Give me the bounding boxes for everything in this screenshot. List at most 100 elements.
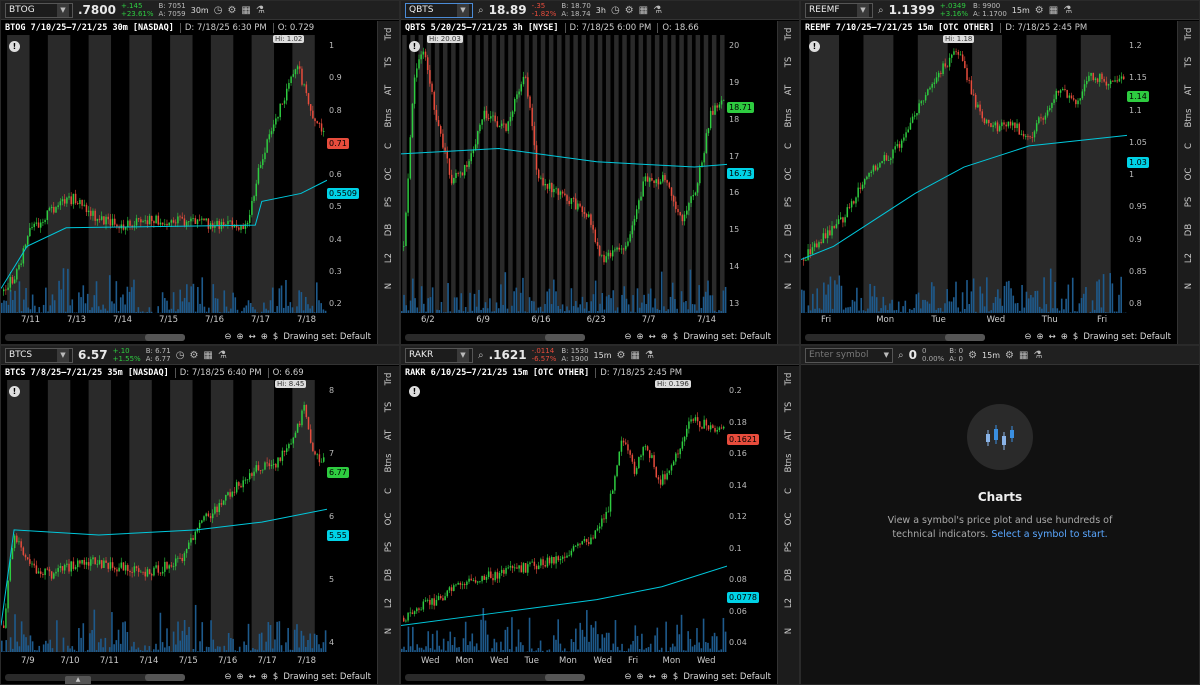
info-icon[interactable]: ! — [809, 41, 820, 52]
clock-icon[interactable]: ◷ — [611, 5, 620, 16]
side-tab-ps[interactable]: PS — [384, 536, 394, 558]
scroll-thumb[interactable] — [945, 334, 985, 341]
side-tab-ps[interactable]: PS — [784, 536, 794, 558]
side-tab-trd[interactable]: Trd — [784, 368, 794, 390]
side-tab-at[interactable]: AT — [384, 79, 394, 101]
price-axis[interactable]: 10.90.80.70.60.50.40.30.20.710.5509 — [327, 35, 363, 313]
grid-icon[interactable]: ▦ — [1049, 5, 1058, 16]
price-plot[interactable] — [401, 380, 727, 652]
price-axis[interactable]: 0.2 0.18 0.16 0.14 0.12 0.1 0.08 0.06 0.04 0.1621… — [727, 380, 763, 652]
search-icon[interactable]: ⌕ — [898, 350, 904, 361]
symbol-input[interactable]: Enter symbol ▼ — [805, 347, 893, 363]
side-tab-trd[interactable]: Trd — [1184, 23, 1194, 45]
scroll-thumb[interactable] — [545, 674, 585, 681]
info-icon[interactable]: ! — [409, 41, 420, 52]
side-tab-db[interactable]: DB — [384, 564, 394, 586]
price-plot[interactable] — [1, 380, 327, 652]
info-icon[interactable]: ! — [9, 386, 20, 397]
side-tab-l2[interactable]: L2 — [384, 592, 394, 614]
search-icon[interactable]: ⌕ — [478, 350, 484, 361]
side-tab-c[interactable]: C — [1184, 135, 1194, 157]
zoom-in-icon[interactable]: ⊕ — [637, 332, 644, 342]
price-chart-svg[interactable] — [1, 380, 327, 652]
drawing-set[interactable]: Drawing set: Default — [283, 332, 371, 342]
aggregation-button[interactable]: 30m — [191, 6, 209, 15]
price-chart-svg[interactable] — [801, 35, 1127, 313]
crosshair-icon[interactable]: ⊕ — [661, 332, 668, 342]
dollar-icon[interactable]: $ — [1073, 332, 1078, 342]
zoom-out-icon[interactable]: ⊖ — [624, 332, 631, 342]
grid-icon[interactable]: ▦ — [631, 350, 640, 361]
time-scrollbar[interactable] — [5, 674, 185, 681]
studies-flask-icon[interactable]: ⚗ — [1063, 5, 1072, 16]
side-tab-l2[interactable]: L2 — [384, 247, 394, 269]
side-tab-at[interactable]: AT — [384, 424, 394, 446]
side-tab-at[interactable]: AT — [784, 79, 794, 101]
settings-icon[interactable]: ⚙ — [1035, 5, 1044, 16]
price-axis[interactable]: 8 7 6 5 4 6.77 5.55 — [327, 380, 363, 652]
side-tab-n[interactable]: N — [784, 620, 794, 642]
time-scrollbar[interactable] — [405, 334, 585, 341]
studies-flask-icon[interactable]: ⚗ — [1033, 350, 1042, 361]
settings-icon[interactable]: ⚙ — [968, 350, 977, 361]
info-icon[interactable]: ! — [409, 386, 420, 397]
studies-flask-icon[interactable]: ⚗ — [653, 5, 662, 16]
side-tab-oc[interactable]: OC — [384, 163, 394, 185]
price-chart-svg[interactable] — [1, 35, 327, 313]
side-tab-btns[interactable]: Btns — [384, 452, 394, 474]
side-tab-oc[interactable]: OC — [384, 508, 394, 530]
search-icon[interactable]: ⌕ — [478, 5, 484, 16]
side-tab-btns[interactable]: Btns — [784, 107, 794, 129]
side-tab-l2[interactable]: L2 — [784, 247, 794, 269]
pan-icon[interactable]: ↔ — [649, 332, 656, 342]
side-tab-at[interactable]: AT — [784, 424, 794, 446]
crosshair-icon[interactable]: ⊕ — [661, 672, 668, 682]
select-symbol-link[interactable]: Select a symbol to start. — [991, 529, 1107, 540]
settings-icon[interactable]: ⚙ — [189, 350, 198, 361]
settings-icon[interactable]: ⚙ — [625, 5, 634, 16]
symbol-selector[interactable]: QBTS ▼ — [405, 2, 473, 18]
side-tab-n[interactable]: N — [384, 620, 394, 642]
aggregation-button[interactable]: 3h — [596, 6, 606, 15]
side-tab-db[interactable]: DB — [784, 219, 794, 241]
clock-icon[interactable]: ◷ — [214, 5, 223, 16]
side-tab-ts[interactable]: TS — [384, 51, 394, 73]
side-tab-ps[interactable]: PS — [784, 191, 794, 213]
studies-flask-icon[interactable]: ⚗ — [218, 350, 227, 361]
symbol-selector[interactable]: BTCS ▼ — [5, 347, 73, 363]
studies-flask-icon[interactable]: ⚗ — [256, 5, 265, 16]
aggregation-button[interactable]: 15m — [594, 351, 612, 360]
search-icon[interactable]: ⌕ — [878, 5, 884, 16]
side-tab-btns[interactable]: Btns — [384, 107, 394, 129]
side-tab-c[interactable]: C — [384, 135, 394, 157]
price-plot[interactable] — [1, 35, 327, 313]
pan-icon[interactable]: ↔ — [249, 672, 256, 682]
side-tab-db[interactable]: DB — [384, 219, 394, 241]
dollar-icon[interactable]: $ — [273, 332, 278, 342]
time-scrollbar[interactable] — [5, 334, 185, 341]
price-plot[interactable] — [401, 35, 727, 313]
side-tab-oc[interactable]: OC — [784, 163, 794, 185]
side-tab-ps[interactable]: PS — [384, 191, 394, 213]
settings-icon[interactable]: ⚙ — [617, 350, 626, 361]
side-tab-l2[interactable]: L2 — [784, 592, 794, 614]
side-tab-ts[interactable]: TS — [384, 396, 394, 418]
side-tab-oc[interactable]: OC — [1184, 163, 1194, 185]
price-axis[interactable]: 1.2 1.15 1.1 1.05 1 0.95 0.9 0.85 0.8 1.14 1.03 — [1127, 35, 1163, 313]
grid-icon[interactable]: ▦ — [639, 5, 648, 16]
clock-icon[interactable]: ◷ — [176, 350, 185, 361]
time-scrollbar[interactable] — [405, 674, 585, 681]
aggregation-button[interactable]: 15m — [982, 351, 1000, 360]
pan-icon[interactable]: ↔ — [1049, 332, 1056, 342]
price-plot[interactable] — [801, 35, 1127, 313]
symbol-selector[interactable]: BTOG ▼ — [5, 2, 73, 18]
dollar-icon[interactable]: $ — [673, 332, 678, 342]
settings-icon[interactable]: ⚙ — [227, 5, 236, 16]
drawing-set[interactable]: Drawing set: Default — [1083, 332, 1171, 342]
drawing-set[interactable]: Drawing set: Default — [683, 332, 771, 342]
side-tab-ts[interactable]: TS — [784, 396, 794, 418]
grid-icon[interactable]: ▦ — [1019, 350, 1028, 361]
crosshair-icon[interactable]: ⊕ — [1061, 332, 1068, 342]
side-tab-trd[interactable]: Trd — [384, 368, 394, 390]
side-tab-n[interactable]: N — [384, 275, 394, 297]
